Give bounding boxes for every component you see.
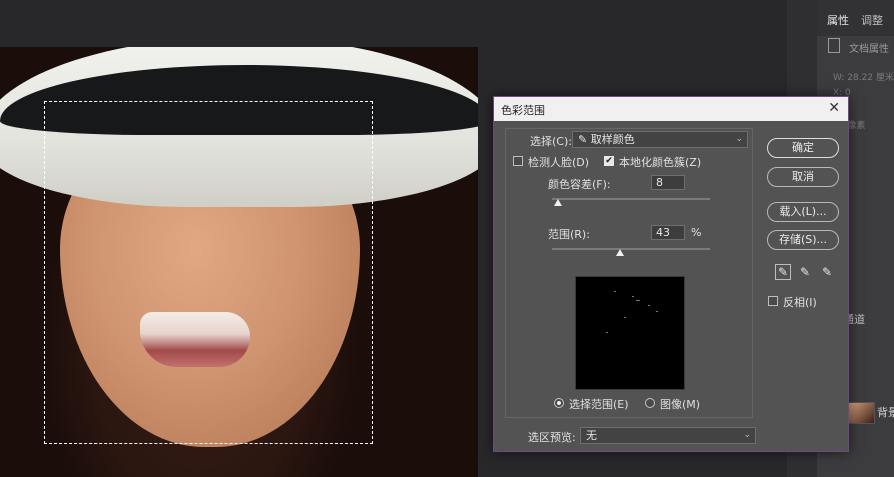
localized-color-clusters-label: 本地化颜色簇(Z) <box>619 156 702 169</box>
fuzziness-slider-track[interactable] <box>552 198 710 200</box>
eyedropper-plus-icon[interactable]: ✎ <box>797 264 813 280</box>
eyedropper-minus-icon[interactable]: ✎ <box>819 264 835 280</box>
selection-preview-value: 无 <box>586 429 597 442</box>
range-slider-thumb[interactable] <box>616 249 624 256</box>
doc-props-label: 文档属性 <box>849 44 889 55</box>
select-label: 选择(C): <box>530 135 572 148</box>
detect-faces-checkbox[interactable] <box>513 156 523 166</box>
selection-radio-label: 选择范围(E) <box>569 398 629 411</box>
eyedropper-icon: ✎ <box>578 133 588 146</box>
selection-preview-dropdown[interactable]: 无 ⌄ <box>580 427 756 444</box>
save-button[interactable]: 存储(S)... <box>767 230 839 250</box>
tab-properties[interactable]: 属性 <box>827 12 849 28</box>
cancel-button[interactable]: 取消 <box>767 167 839 187</box>
range-label: 范围(R): <box>548 228 590 241</box>
tab-adjust[interactable]: 调整 <box>861 12 883 28</box>
select-dropdown[interactable]: ✎ 取样颜色 ⌄ <box>572 131 748 148</box>
chevron-down-icon: ⌄ <box>743 430 751 440</box>
layer-name[interactable]: 背景 <box>877 404 894 420</box>
chevron-down-icon: ⌄ <box>735 134 743 144</box>
properties-tabs: 属性 调整 <box>817 0 894 36</box>
eyedropper-icon[interactable]: ✎ <box>775 264 791 280</box>
range-unit: % <box>691 226 702 239</box>
image-radio-label: 图像(M) <box>660 398 701 411</box>
ok-button[interactable]: 确定 <box>767 138 839 158</box>
invert-label: 反相(I) <box>783 296 817 309</box>
selection-radio[interactable] <box>554 398 564 408</box>
selection-preview <box>575 276 685 390</box>
document-icon <box>828 38 840 53</box>
detect-faces-label: 检测人脸(D) <box>528 156 590 169</box>
width-field: W: 28.22 厘米 <box>833 73 894 83</box>
image-radio[interactable] <box>645 398 655 408</box>
selection-preview-label: 选区预览: <box>528 431 576 444</box>
selection-marquee <box>44 101 373 444</box>
invert-checkbox[interactable] <box>768 296 778 306</box>
dialog-titlebar[interactable]: 色彩范围 ✕ <box>494 97 848 121</box>
range-input[interactable]: 43 <box>651 225 685 240</box>
range-slider-track[interactable] <box>552 248 710 250</box>
select-value: 取样颜色 <box>590 133 635 146</box>
color-range-dialog: 色彩范围 ✕ 选择(C): ✎ 取样颜色 ⌄ 检测人脸(D) ✔ 本地化颜色簇(… <box>493 96 849 452</box>
localized-color-clusters-checkbox[interactable]: ✔ <box>604 156 614 166</box>
fuzziness-slider-thumb[interactable] <box>554 199 562 206</box>
close-icon[interactable]: ✕ <box>828 100 840 116</box>
dialog-options-group: 选择(C): ✎ 取样颜色 ⌄ 检测人脸(D) ✔ 本地化颜色簇(Z) 颜色容差… <box>505 128 753 418</box>
fuzziness-label: 颜色容差(F): <box>548 178 611 191</box>
fuzziness-input[interactable]: 8 <box>651 175 685 190</box>
dialog-title: 色彩范围 <box>501 104 545 117</box>
layer-thumbnail[interactable] <box>847 402 875 424</box>
load-button[interactable]: 载入(L)... <box>767 202 839 222</box>
